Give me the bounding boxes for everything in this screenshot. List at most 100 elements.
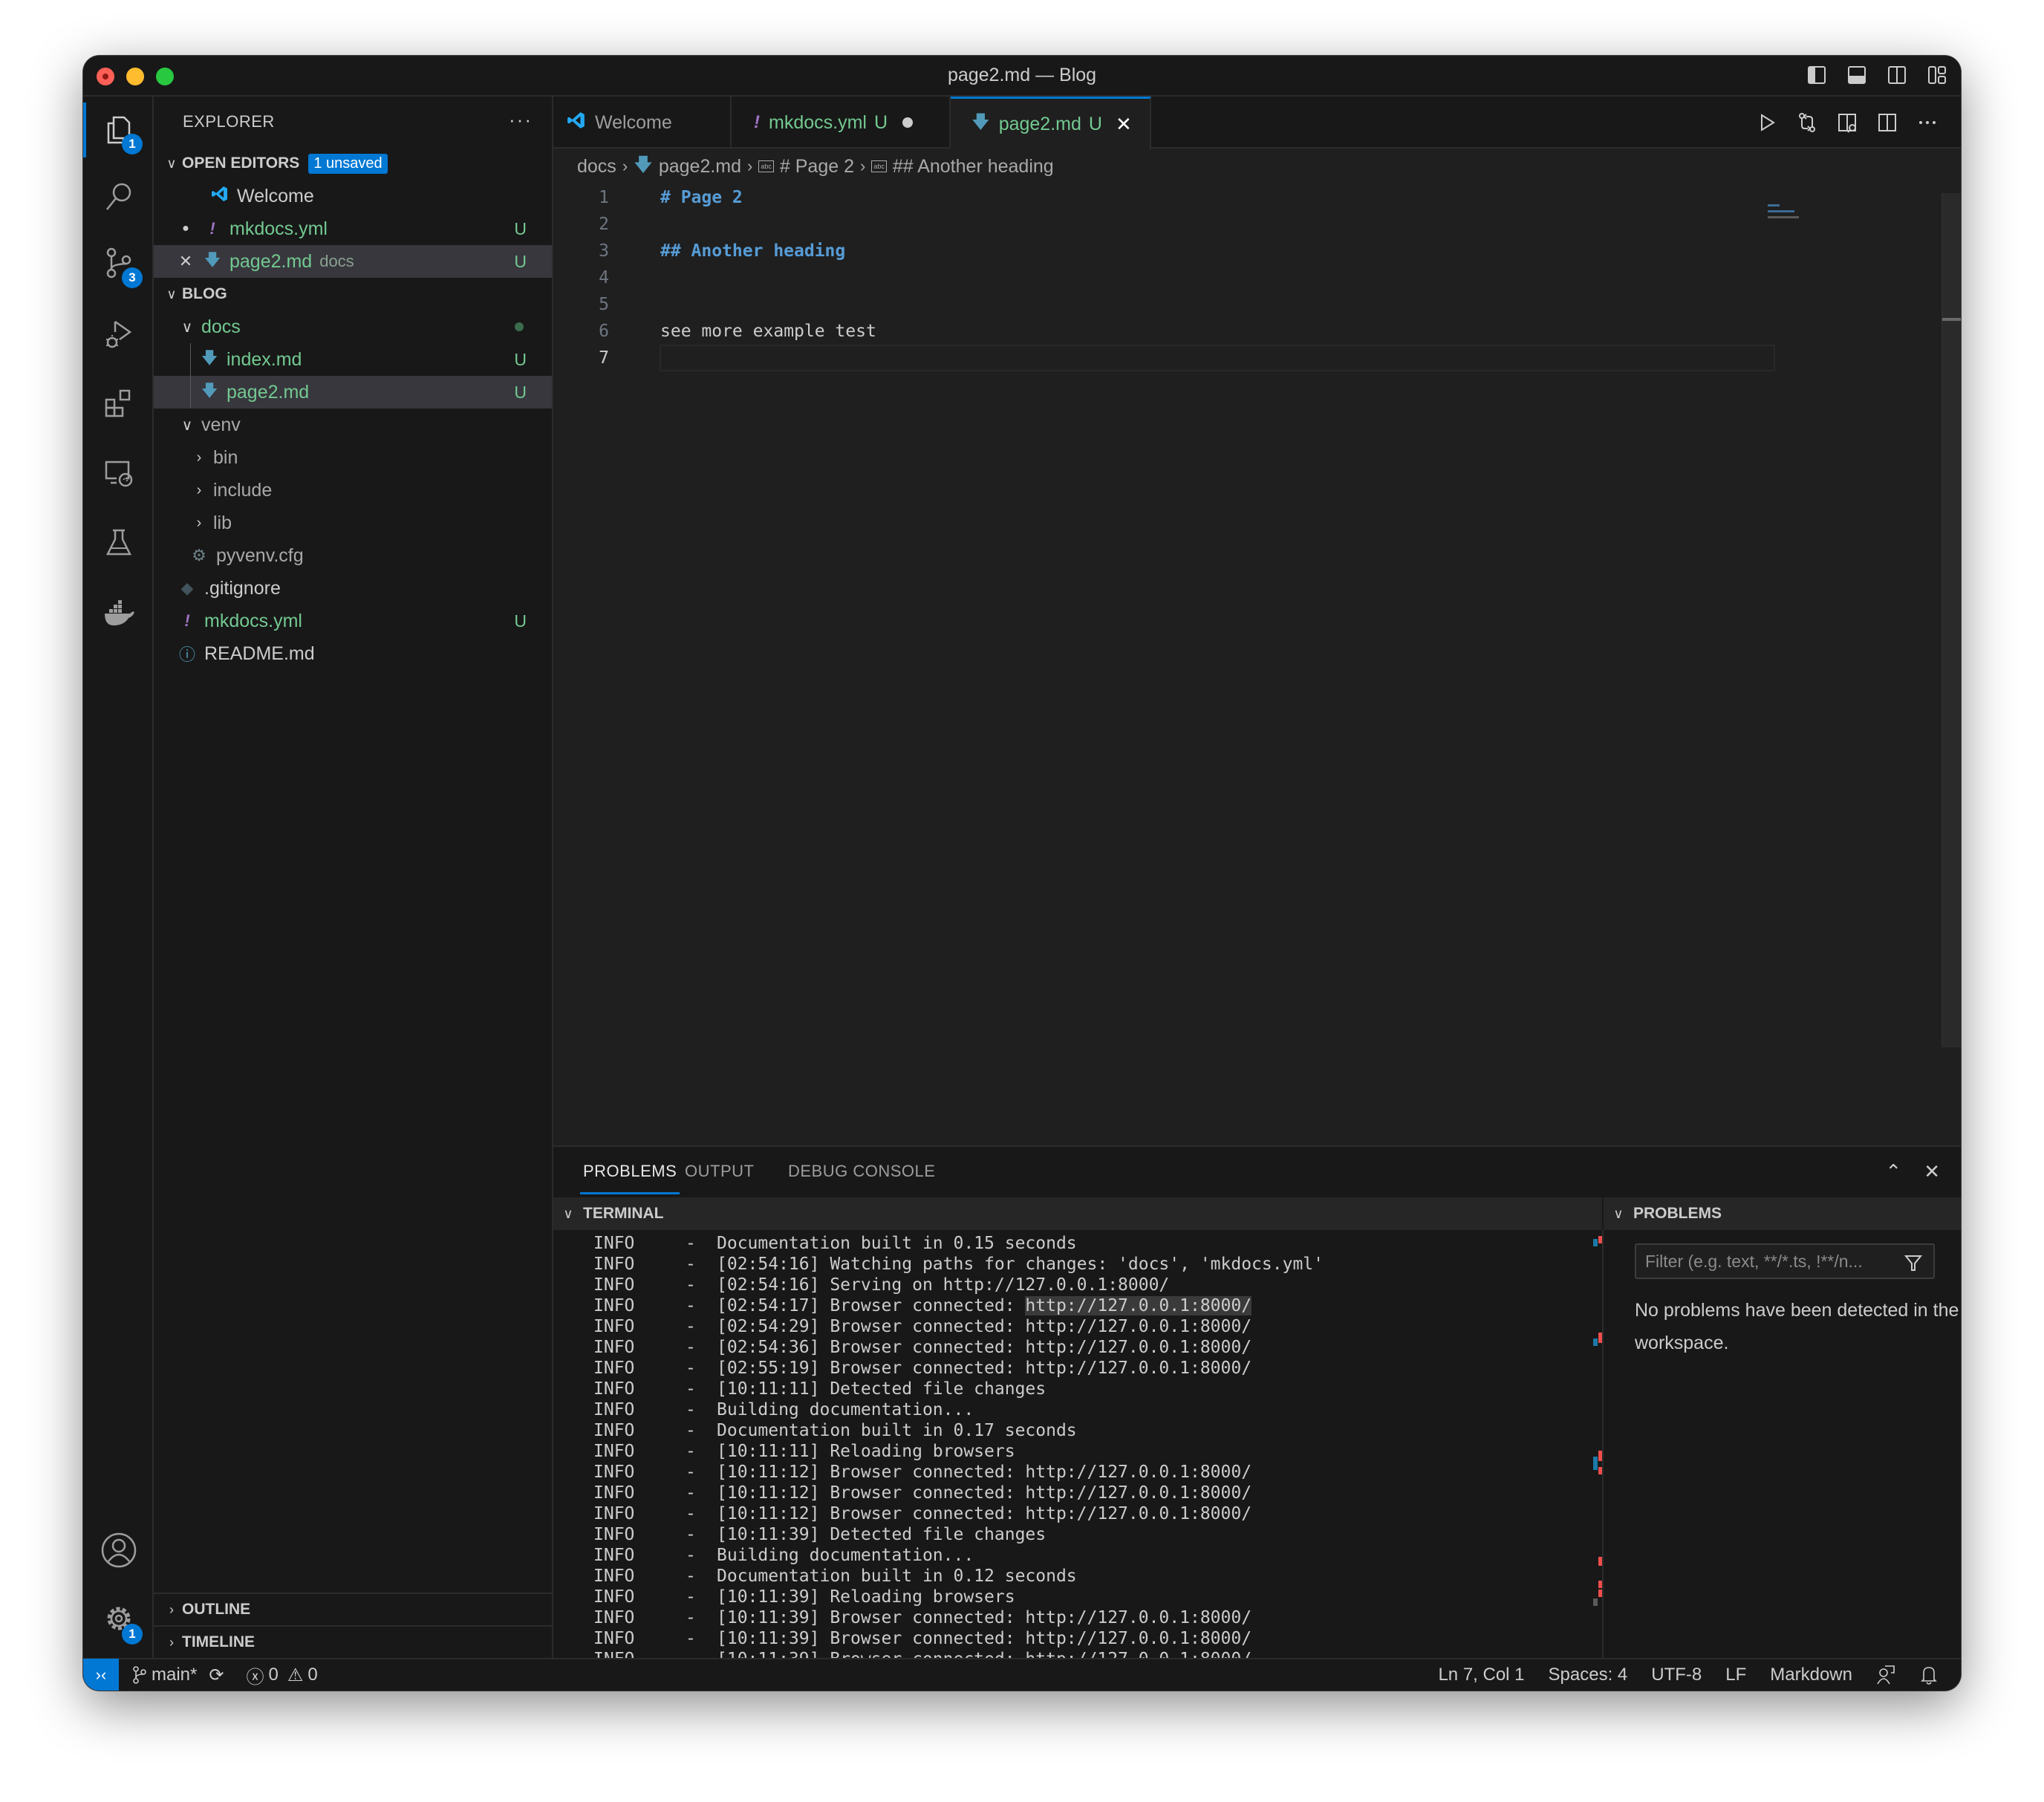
filter-icon[interactable] — [1904, 1253, 1923, 1272]
indentation[interactable]: Spaces: 4 — [1549, 1665, 1628, 1685]
activity-testing[interactable] — [83, 510, 154, 576]
breadcrumb-item-folder[interactable]: docs — [577, 156, 616, 178]
activity-explorer[interactable]: 1 — [83, 97, 154, 163]
activity-run-debug[interactable] — [83, 301, 154, 368]
tree-folder-bin[interactable]: › bin — [154, 441, 552, 474]
chevron-down-icon: ∨ — [166, 286, 177, 302]
open-editor-welcome[interactable]: Welcome — [154, 180, 552, 212]
unsaved-dot-icon[interactable] — [902, 117, 914, 128]
log-level: INFO — [593, 1421, 635, 1440]
open-editor-label: Welcome — [237, 185, 314, 206]
activity-search[interactable] — [83, 163, 154, 230]
run-icon[interactable] — [1756, 111, 1778, 134]
tab-mkdocs-yml[interactable]: ! mkdocs.yml U — [732, 97, 951, 149]
breadcrumb-item-heading[interactable]: # Page 2 — [780, 156, 854, 178]
yaml-icon: ! — [754, 112, 760, 132]
activity-manage[interactable]: 1 — [83, 1585, 154, 1652]
cursor-position[interactable]: Ln 7, Col 1 — [1438, 1665, 1524, 1685]
activity-accounts[interactable] — [83, 1517, 154, 1584]
breadcrumb-item-file[interactable]: page2.md — [659, 156, 741, 178]
line-number: 7 — [599, 348, 609, 368]
panel-tab-problems[interactable]: PROBLEMS — [579, 1162, 680, 1194]
chevron-down-icon: ∨ — [1613, 1206, 1624, 1221]
explorer-title: EXPLORER — [183, 112, 275, 131]
end-of-line[interactable]: LF — [1725, 1665, 1746, 1685]
terminal-section-header[interactable]: ∨ TERMINAL — [553, 1197, 1602, 1230]
log-level: INFO — [593, 1483, 635, 1503]
maximize-panel-icon[interactable]: ⌃ — [1885, 1160, 1901, 1183]
tree-folder-lib[interactable]: › lib — [154, 507, 552, 539]
tree-folder-venv[interactable]: ∨ venv — [154, 409, 552, 441]
timeline-section-header[interactable]: › TIMELINE — [154, 1625, 552, 1658]
minimap[interactable] — [1768, 204, 1812, 227]
markdown-icon: 🡇 — [201, 381, 218, 400]
tree-file-readme-md[interactable]: ⓘ README.md — [154, 637, 552, 670]
feedback-icon[interactable] — [1876, 1665, 1895, 1685]
code-editor[interactable]: 1 # Page 2 2 3 ## Another heading 4 5 6 — [553, 184, 1961, 371]
command-marker — [1593, 1339, 1598, 1346]
close-panel-icon[interactable]: ✕ — [1924, 1160, 1940, 1183]
activity-extensions[interactable] — [83, 370, 154, 437]
encoding[interactable]: UTF-8 — [1651, 1665, 1702, 1685]
close-editor-icon[interactable]: ✕ — [176, 252, 195, 271]
tree-file-gitignore[interactable]: ◆ .gitignore — [154, 572, 552, 605]
git-branch-status[interactable]: main* ⟳ — [132, 1665, 224, 1686]
toggle-secondary-sidebar-icon[interactable] — [1887, 65, 1907, 85]
terminal-line: INFO - [10:11:11] Detected file changes — [593, 1379, 1602, 1399]
problems-view: Filter (e.g. text, **/*.ts, !**/n... No … — [1604, 1230, 1961, 1658]
more-actions-icon[interactable] — [1916, 111, 1939, 134]
open-editor-mkdocs-yml[interactable]: ● ! mkdocs.yml U — [154, 212, 552, 245]
problems-filter-input[interactable]: Filter (e.g. text, **/*.ts, !**/n... — [1635, 1243, 1935, 1279]
close-tab-icon[interactable]: ✕ — [1116, 113, 1132, 136]
problems-label: PROBLEMS — [1633, 1205, 1722, 1222]
language-mode[interactable]: Markdown — [1770, 1665, 1852, 1685]
terminal-link[interactable]: http://127.0.0.1:8000/ — [1025, 1296, 1252, 1315]
terminal-line: INFO - Building documentation... — [593, 1399, 1602, 1420]
open-editor-page2-md[interactable]: ✕ 🡇 page2.md docs U — [154, 245, 552, 278]
activity-remote-explorer[interactable] — [83, 440, 154, 507]
tab-welcome[interactable]: Welcome — [553, 97, 732, 149]
open-preview-to-side-icon[interactable] — [1836, 111, 1858, 134]
toggle-panel-icon[interactable] — [1846, 65, 1867, 85]
open-changes-icon[interactable] — [1796, 111, 1818, 134]
customize-layout-icon[interactable] — [1927, 65, 1947, 85]
terminal[interactable]: INFO - Documentation built in 0.15 seconds… — [553, 1230, 1603, 1690]
tree-folder-include[interactable]: › include — [154, 474, 552, 507]
tree-folder-docs[interactable]: ∨ docs — [154, 310, 552, 343]
terminal-line: INFO - [02:54:16] Watching paths for chang… — [593, 1254, 1602, 1275]
tree-file-page2-md[interactable]: 🡇 page2.md U — [154, 376, 552, 409]
tree-file-mkdocs-yml[interactable]: ! mkdocs.yml U — [154, 605, 552, 637]
git-status-untracked: U — [1088, 114, 1102, 134]
terminal-line: INFO - [10:11:39] Browser connected: http:… — [593, 1628, 1602, 1649]
indent-guide — [190, 376, 191, 409]
line-number: 5 — [599, 295, 609, 314]
tree-file-pyvenv-cfg[interactable]: ⚙ pyvenv.cfg — [154, 539, 552, 572]
problems-status[interactable]: ⓧ 0 ⚠ 0 — [246, 1662, 317, 1688]
yaml-icon: ! — [209, 219, 215, 238]
log-message: [10:11:11] Detected file changes — [717, 1379, 1047, 1399]
gear-icon: ⚙ — [192, 546, 206, 565]
explorer-more-actions-button[interactable]: ··· — [509, 108, 533, 131]
toggle-primary-sidebar-icon[interactable] — [1806, 65, 1827, 85]
editor-scrollbar[interactable] — [1942, 193, 1961, 1047]
notifications-bell-icon[interactable] — [1919, 1665, 1939, 1685]
panel-tab-debug-console[interactable]: DEBUG CONSOLE — [788, 1162, 935, 1181]
terminal-line: INFO - [02:55:19] Browser connected: http:… — [593, 1358, 1602, 1379]
sync-icon[interactable]: ⟳ — [209, 1665, 224, 1686]
tab-page2-md[interactable]: 🡇 page2.md U ✕ — [951, 97, 1151, 150]
panel-tab-output[interactable]: OUTPUT — [685, 1162, 754, 1181]
workspace-section-header[interactable]: ∨ BLOG — [154, 278, 552, 310]
activity-source-control[interactable]: 3 — [83, 230, 154, 297]
log-separator: - — [686, 1234, 696, 1253]
activity-docker[interactable] — [83, 579, 154, 646]
remote-indicator[interactable]: ›‹ — [83, 1659, 119, 1691]
breadcrumb-item-subheading[interactable]: ## Another heading — [893, 156, 1054, 178]
open-editors-section-header[interactable]: ∨ OPEN EDITORS 1 unsaved — [154, 147, 552, 180]
terminal-line: INFO - [10:11:39] Reloading browsers — [593, 1587, 1602, 1607]
split-editor-icon[interactable] — [1876, 111, 1898, 134]
unsaved-dot-icon[interactable]: ● — [176, 222, 195, 235]
outline-section-header[interactable]: › OUTLINE — [154, 1593, 552, 1625]
tree-file-index-md[interactable]: 🡇 index.md U — [154, 343, 552, 376]
panel-actions: ⌃ ✕ — [1885, 1160, 1940, 1183]
problems-section-header[interactable]: ∨ PROBLEMS — [1604, 1197, 1961, 1230]
